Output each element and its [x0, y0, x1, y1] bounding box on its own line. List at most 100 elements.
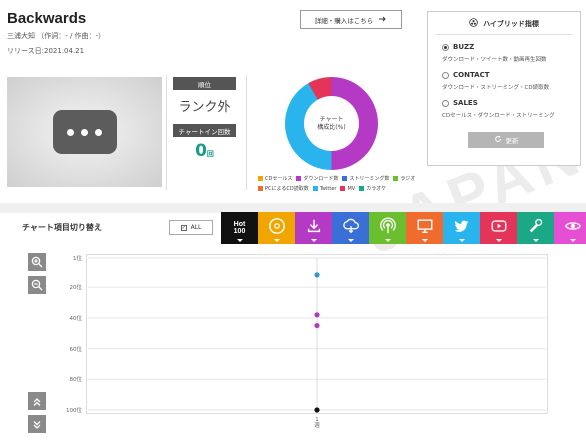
chart-in-count-label: チャートイン回数 — [173, 124, 236, 137]
detail-purchase-label: 詳細・購入はこちら — [314, 16, 374, 25]
legend-swatch — [258, 176, 263, 181]
legend-swatch — [296, 176, 302, 181]
tab-radio[interactable] — [369, 212, 406, 244]
release-date: リリース日:2021.04.21 — [7, 47, 85, 55]
radio-buzz-label: BUZZ — [453, 43, 475, 51]
zoom-in-button[interactable] — [28, 253, 46, 271]
radio-sales[interactable]: SALES — [442, 99, 478, 107]
chart-in-count: 0回 — [173, 141, 236, 161]
tab-lookup[interactable] — [554, 212, 586, 244]
radio-buzz-desc: ダウンロード・ツイート数・動画再生回数 — [442, 57, 547, 63]
y-tick-label: 1位 — [73, 256, 82, 262]
scroll-up-button[interactable] — [28, 392, 46, 410]
radio-contact-desc: ダウンロード・ストリーミング・CD読取数 — [442, 85, 550, 91]
y-tick-label: 100位 — [66, 408, 82, 414]
radio-indicator[interactable] — [442, 71, 449, 79]
divider — [246, 75, 247, 190]
legend-swatch — [340, 186, 346, 191]
chart-in-count-unit: 回 — [206, 150, 214, 158]
hybrid-icon — [469, 18, 478, 29]
scroll-down-button[interactable] — [28, 415, 46, 433]
chart-item-tabs: Hot 100 — [221, 212, 586, 244]
radio-indicator[interactable] — [442, 99, 449, 107]
y-tick-label: 60位 — [69, 346, 83, 353]
zoom-in-icon — [31, 253, 43, 272]
chart-switch-label: チャート項目切り替え — [22, 223, 102, 232]
refresh-icon — [494, 135, 502, 145]
legend-item: MV — [340, 185, 355, 192]
rank-value: ランク外 — [178, 100, 231, 115]
play-icon — [490, 217, 508, 239]
radio-buzz[interactable]: BUZZ — [442, 43, 474, 51]
update-button[interactable]: 更新 — [468, 132, 544, 148]
rank-history-plot — [86, 254, 548, 414]
streaming-icon — [342, 217, 360, 239]
x-tick-label: 1週 — [310, 417, 324, 429]
hybrid-title-text: ハイブリッド指標 — [483, 19, 539, 28]
song-title: Backwards — [7, 10, 87, 27]
legend-label: ダウンロード数 — [303, 176, 339, 182]
legend-label: CDセールス — [265, 176, 293, 182]
tab-twitter[interactable] — [443, 212, 480, 244]
tab-karaoke[interactable] — [517, 212, 554, 244]
y-tick-label: 20位 — [69, 285, 83, 292]
radio-sales-label: SALES — [453, 99, 478, 107]
radio-indicator[interactable] — [442, 43, 449, 51]
donut-label-line2: 構成比(%) — [317, 123, 346, 131]
legend-item: PCによるCD読取数 — [258, 185, 309, 192]
double-chevron-up-icon — [32, 392, 42, 411]
update-button-label: 更新 — [505, 137, 519, 145]
zoom-out-button[interactable] — [28, 276, 46, 294]
x-tick-line2: 週 — [314, 423, 320, 430]
radio-icon — [379, 217, 397, 239]
tab-streaming[interactable] — [332, 212, 369, 244]
legend-item: ラジオ — [393, 175, 415, 182]
legend-item: CDセールス — [258, 175, 292, 182]
video-thumbnail[interactable] — [7, 77, 162, 187]
detail-purchase-button[interactable]: 詳細・購入はこちら — [300, 10, 402, 29]
download-icon — [305, 217, 323, 239]
rank-label: 順位 — [173, 77, 236, 90]
zoom-out-icon — [31, 276, 43, 295]
donut-label-line1: チャート — [319, 115, 344, 123]
hybrid-index-panel: ハイブリッド指標 BUZZ ダウンロード・ツイート数・動画再生回数 CONTAC… — [427, 11, 581, 166]
pc-icon — [416, 217, 434, 239]
checkbox-icon: ✓ — [180, 224, 187, 231]
legend-label: PCによるCD読取数 — [265, 186, 309, 192]
legend-label: Twitter — [319, 185, 337, 192]
song-credit: 三浦大知 （作詞：- / 作曲：-） — [7, 32, 106, 40]
legend-swatch — [342, 176, 348, 181]
tab-mv[interactable] — [480, 212, 517, 244]
microphone-icon — [527, 217, 545, 239]
donut-legend: CDセールス ダウンロード数 ストリーミング数 ラジオ PCによるCD読取数 Twitte… — [258, 175, 418, 192]
legend-item: Twitter — [312, 185, 337, 192]
legend-item: ストリーミング数 — [342, 175, 389, 182]
all-toggle-label: ALL — [190, 224, 202, 231]
tab-cd-sales[interactable] — [258, 212, 295, 244]
chart-in-count-value: 0 — [195, 141, 207, 161]
y-tick-label: 40位 — [69, 315, 83, 322]
legend-item: カラオケ — [359, 185, 386, 192]
tab-pc-cd-read[interactable] — [406, 212, 443, 244]
legend-label: カラオケ — [366, 186, 387, 192]
legend-swatch — [393, 176, 399, 181]
cd-icon — [268, 217, 286, 239]
radio-contact[interactable]: CONTACT — [442, 71, 490, 79]
tab-hot100-line1: Hot — [233, 220, 246, 228]
legend-swatch — [258, 186, 263, 191]
tab-hot100[interactable]: Hot 100 — [221, 212, 258, 244]
tab-hot100-line2: 100 — [233, 228, 246, 235]
radio-contact-label: CONTACT — [453, 71, 490, 79]
legend-swatch — [312, 186, 318, 191]
legend-label: ラジオ — [400, 176, 416, 182]
double-chevron-down-icon — [32, 415, 42, 434]
all-toggle-button[interactable]: ✓ ALL — [169, 220, 213, 235]
arrow-right-icon — [379, 16, 387, 24]
hybrid-divider — [436, 34, 572, 35]
twitter-icon — [453, 217, 471, 239]
hybrid-index-title: ハイブリッド指標 — [428, 18, 580, 29]
y-tick-label: 80位 — [69, 377, 83, 384]
tab-download[interactable] — [295, 212, 332, 244]
ellipsis-icon — [52, 110, 117, 154]
legend-item: ダウンロード数 — [296, 175, 338, 182]
